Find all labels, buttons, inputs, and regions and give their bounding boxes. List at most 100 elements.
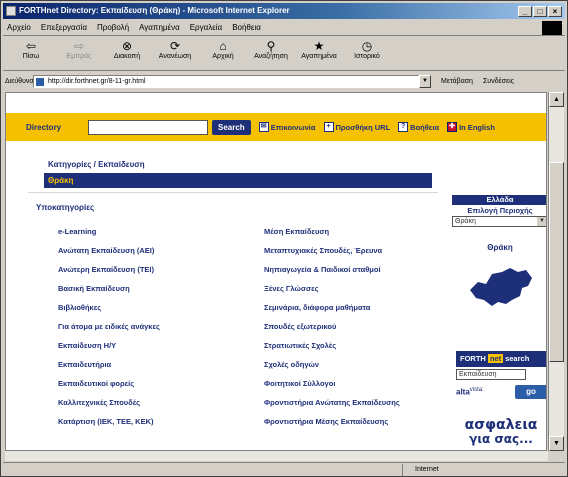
- stop-button[interactable]: ⊗ Διακοπή: [103, 37, 151, 69]
- alta-text: alta: [456, 387, 470, 397]
- choose-region-label: Επιλογή Περιοχής: [467, 206, 533, 215]
- scroll-up-button[interactable]: ▲: [549, 92, 564, 107]
- directory-search-button[interactable]: Search: [212, 119, 251, 135]
- subcategory-link[interactable]: Σπουδές εξωτερικού: [264, 322, 400, 331]
- scroll-thumb[interactable]: [549, 162, 564, 362]
- search-button[interactable]: ⚲ Αναζήτηση: [247, 37, 295, 69]
- menu-tools[interactable]: Εργαλεία: [190, 23, 222, 32]
- address-bar: Διεύθυνση http://dir.forthnet.gr/8-11-gr…: [3, 73, 565, 89]
- windows-logo-icon: [542, 21, 562, 35]
- current-category: Θράκη: [44, 173, 432, 188]
- subcategory-link[interactable]: Κατάρτιση (ΙΕΚ, ΤΕΕ, ΚΕΚ): [58, 417, 160, 426]
- address-label: Διεύθυνση: [5, 77, 38, 85]
- vertical-scrollbar[interactable]: ▲ ▼: [548, 92, 564, 451]
- history-label: Ιστορικό: [354, 53, 380, 60]
- subcategory-link[interactable]: Φοιτητικοί Σύλλογοι: [264, 379, 400, 388]
- vista-text: vista:: [469, 387, 484, 393]
- subcategory-link[interactable]: Βιβλιοθήκες: [58, 303, 160, 312]
- status-text: [3, 463, 403, 476]
- menu-view[interactable]: Προβολή: [97, 23, 129, 32]
- search-icon: ⚲: [266, 39, 276, 53]
- go-button[interactable]: Μετάβαση: [437, 78, 477, 85]
- ad-line-2: για σας...: [469, 432, 533, 446]
- address-dropdown-button[interactable]: ▼: [419, 74, 431, 88]
- subcategory-link[interactable]: Σεμινάρια, διάφορα μαθήματα: [264, 303, 400, 312]
- forward-arrow-icon: ⇨: [73, 39, 85, 53]
- refresh-button[interactable]: ⟳ Ανανέωση: [151, 37, 199, 69]
- history-button[interactable]: ◷ Ιστορικό: [343, 37, 391, 69]
- help-link[interactable]: ? Βοήθεια: [398, 122, 439, 132]
- home-button[interactable]: ⌂ Αρχική: [199, 37, 247, 69]
- subcategory-link[interactable]: Ξένες Γλώσσες: [264, 284, 400, 293]
- address-url: http://dir.forthnet.gr/8-11-gr.html: [48, 77, 146, 85]
- stop-label: Διακοπή: [113, 53, 141, 60]
- back-button[interactable]: ⇦ Πίσω: [7, 37, 55, 69]
- maximize-button[interactable]: □: [533, 6, 547, 17]
- title-bar: FORTHnet Directory: Εκπαίδευση (Θράκη) -…: [3, 3, 565, 19]
- subcategory-link[interactable]: Μεταπτυχιακές Σπουδές, Έρευνα: [264, 246, 400, 255]
- subcategory-link[interactable]: Εκπαίδευση Η/Υ: [58, 341, 160, 350]
- toolbar: ⇦ Πίσω ⇨ Εμπρός ⊗ Διακοπή ⟳ Ανανέωση ⌂ Αρχική…: [3, 37, 565, 71]
- add-url-link[interactable]: + Προσθήκη URL: [323, 122, 390, 132]
- ie-page-icon: [6, 6, 16, 16]
- ad-line-1: ασφαλεια: [464, 417, 538, 433]
- subcategory-link[interactable]: Καλλιτεχνικές Σπουδές: [58, 398, 160, 407]
- horizontal-scrollbar[interactable]: [5, 451, 548, 461]
- altavista-logo: altavista:: [456, 387, 484, 397]
- status-bar: Internet: [3, 462, 565, 476]
- altavista-go-button[interactable]: go: [515, 385, 546, 399]
- subcategory-link[interactable]: Σχολές οδηγών: [264, 360, 400, 369]
- breadcrumb[interactable]: Κατηγορίες / Εκπαίδευση: [48, 160, 145, 169]
- menu-edit[interactable]: Επεξεργασία: [41, 23, 87, 32]
- favorites-icon: ★: [313, 39, 325, 53]
- home-icon: ⌂: [219, 39, 227, 53]
- directory-search-input[interactable]: [88, 119, 208, 135]
- subcategory-link[interactable]: Εκπαιδευτήρια: [58, 360, 160, 369]
- country-header: Ελλάδα: [452, 195, 546, 205]
- stop-icon: ⊗: [121, 39, 133, 53]
- menu-help[interactable]: Βοήθεια: [232, 23, 261, 32]
- contact-link[interactable]: ✉ Επικοινωνία: [258, 122, 316, 132]
- subcategory-link[interactable]: Φροντιστήρια Μέσης Εκπαίδευσης: [264, 417, 400, 426]
- forward-button[interactable]: ⇨ Εμπρός: [55, 37, 103, 69]
- plus-icon: +: [323, 122, 334, 132]
- subcategory-column-2: Μέση Εκπαίδευση Μεταπτυχιακές Σπουδές, Έ…: [264, 227, 400, 426]
- menu-favorites[interactable]: Αγαπημένα: [139, 23, 180, 32]
- subcategory-link[interactable]: Ανώτατη Εκπαίδευση (ΑΕΙ): [58, 246, 160, 255]
- minimize-button[interactable]: _: [518, 6, 532, 17]
- uk-flag-icon: ✚: [447, 122, 458, 132]
- subcategory-link[interactable]: Νηπιαγωγεία & Παιδικοί σταθμοί: [264, 265, 400, 274]
- links-button[interactable]: Συνδέσεις: [483, 78, 514, 85]
- address-input[interactable]: http://dir.forthnet.gr/8-11-gr.html: [33, 74, 419, 88]
- security-ad-banner[interactable]: ασφαλεια για σας...: [456, 418, 546, 446]
- subcategory-link[interactable]: e-Learning: [58, 227, 160, 236]
- subcategory-link[interactable]: Ανώτερη Εκπαίδευση (ΤΕΙ): [58, 265, 160, 274]
- favorites-button[interactable]: ★ Αγαπημένα: [295, 37, 343, 69]
- search-text: search: [505, 354, 530, 363]
- scroll-down-button[interactable]: ▼: [549, 436, 564, 451]
- region-panel: Ελλάδα Επιλογή Περιοχής Θράκη ▼ Θράκη: [452, 195, 546, 312]
- history-icon: ◷: [361, 39, 373, 53]
- subcategory-link[interactable]: Φροντιστήρια Ανώτατης Εκπαίδευσης: [264, 398, 400, 407]
- subcategory-link[interactable]: Βασική Εκπαίδευση: [58, 284, 160, 293]
- subcategory-link[interactable]: Μέση Εκπαίδευση: [264, 227, 400, 236]
- contact-label: Επικοινωνία: [270, 122, 316, 132]
- window-title: FORTHnet Directory: Εκπαίδευση (Θράκη) -…: [19, 6, 290, 15]
- window-controls: _ □ ×: [518, 6, 562, 17]
- forward-label: Εμπρός: [66, 53, 92, 60]
- mail-icon: ✉: [258, 122, 269, 132]
- subcategory-link[interactable]: Για άτομα με ειδικές ανάγκες: [58, 322, 160, 331]
- subcategory-link[interactable]: Εκπαιδευτικοί φορείς: [58, 379, 160, 388]
- english-link[interactable]: ✚ In English: [447, 122, 495, 132]
- region-select-value: Θράκη: [455, 218, 476, 225]
- home-label: Αρχική: [212, 53, 234, 60]
- chevron-down-icon: ▼: [537, 217, 546, 226]
- subcategory-link[interactable]: Στρατιωτικές Σχολές: [264, 341, 400, 350]
- menu-file[interactable]: Αρχείο: [7, 23, 31, 32]
- region-select[interactable]: Θράκη ▼: [452, 216, 546, 227]
- close-button[interactable]: ×: [548, 6, 562, 17]
- forthnet-search-input[interactable]: Εκπαίδευση: [456, 369, 526, 380]
- back-label: Πίσω: [22, 53, 40, 60]
- page-icon: [36, 77, 44, 86]
- directory-label: Directory: [26, 122, 62, 132]
